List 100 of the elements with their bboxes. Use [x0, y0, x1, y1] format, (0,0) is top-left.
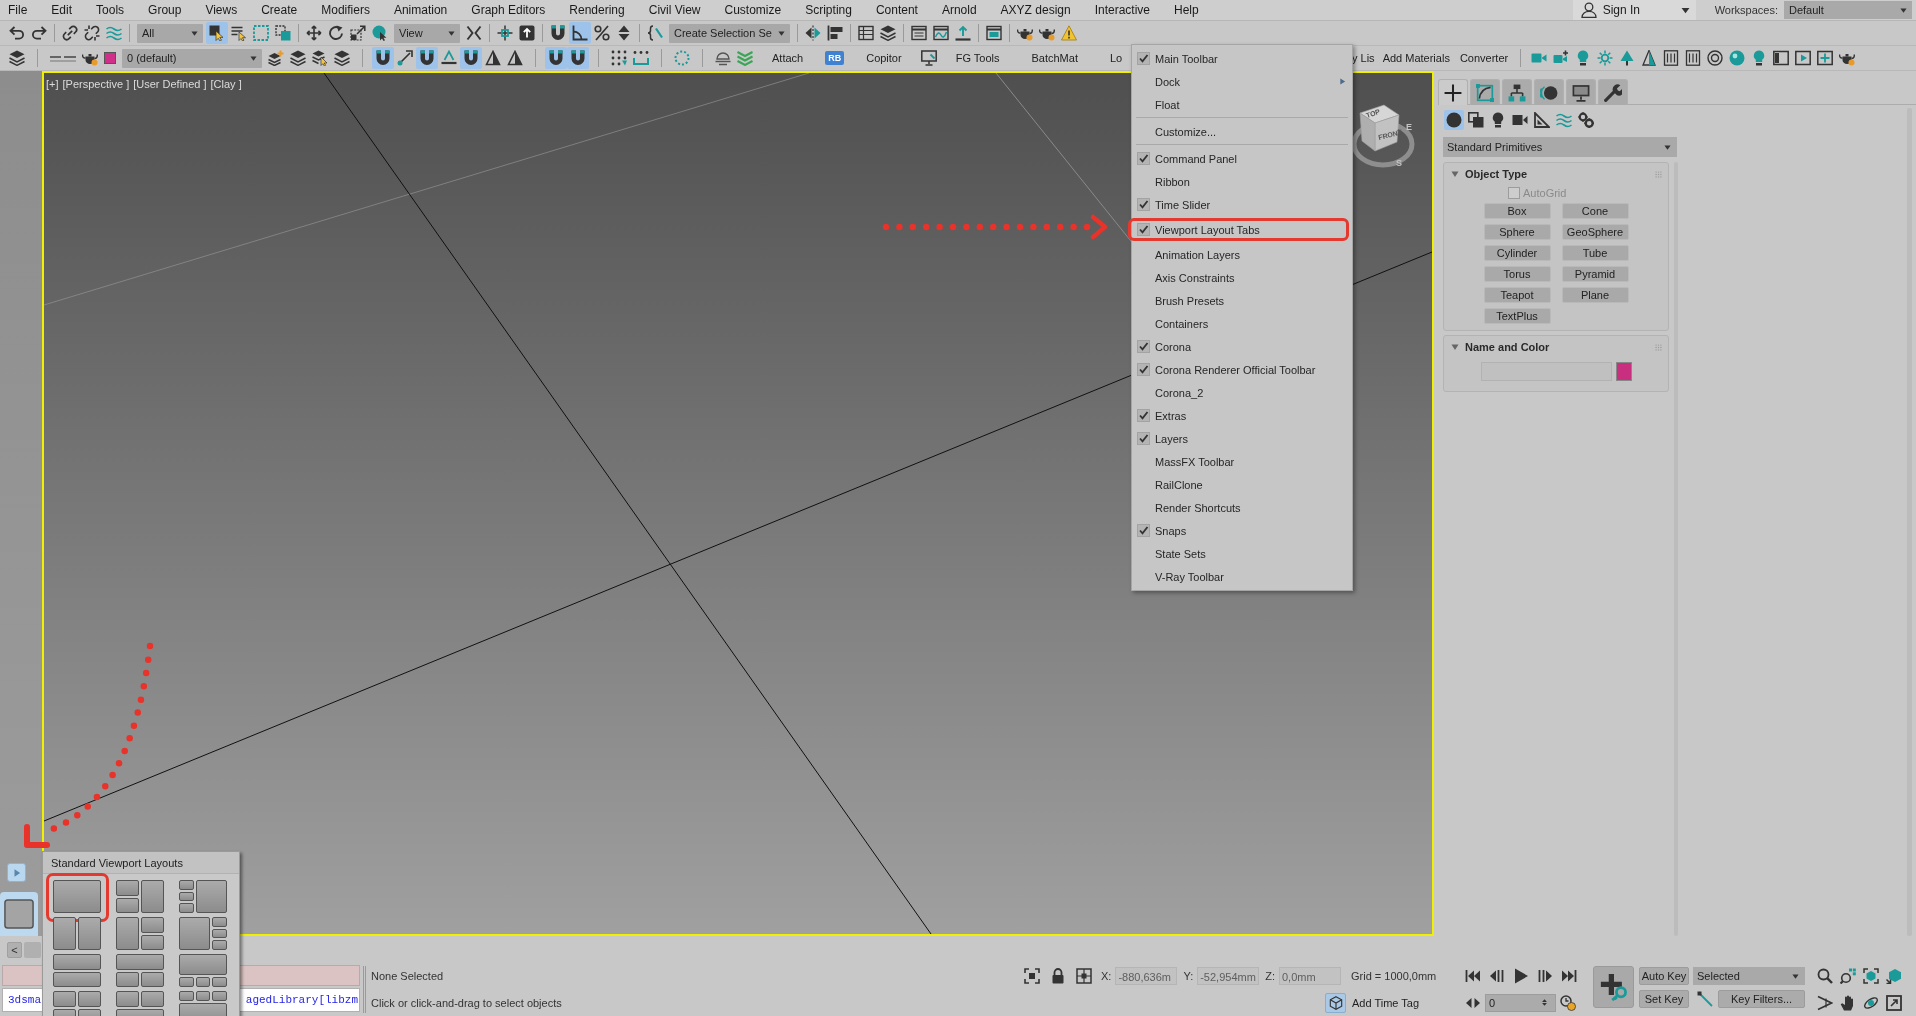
primitive-button[interactable]: Pyramid [1561, 266, 1629, 282]
previous-frame-button[interactable]: < [7, 941, 22, 958]
step-back-icon[interactable] [1489, 968, 1505, 984]
render-frame-icon[interactable] [985, 25, 1002, 41]
cursor-square-icon[interactable] [206, 22, 228, 44]
diagonal-line-icon[interactable] [1697, 991, 1713, 1007]
brace-icon[interactable] [647, 25, 663, 41]
dropdown[interactable]: All [137, 23, 203, 43]
primitive-button[interactable]: Cone [1561, 203, 1629, 219]
magnet-icon[interactable] [416, 47, 438, 69]
lock-icon[interactable] [1050, 968, 1066, 984]
dropdown[interactable]: View [394, 23, 460, 43]
ruler-triangle-icon[interactable] [1534, 112, 1550, 128]
slider-thumb[interactable] [24, 941, 41, 958]
caret-icon[interactable] [1451, 170, 1459, 178]
angle-icon[interactable] [569, 22, 591, 44]
toolbar-button[interactable]: FG Tools [939, 52, 1016, 64]
viewport-layout-icon[interactable] [179, 954, 227, 987]
maximize-icon[interactable] [1885, 994, 1902, 1011]
viewport-layout-icon[interactable] [116, 954, 164, 987]
menu-item[interactable]: Scripting [793, 3, 864, 17]
primitive-button[interactable]: TextPlus [1483, 308, 1551, 324]
tree-icon[interactable] [1619, 50, 1636, 66]
viewport-layout-icon[interactable] [116, 880, 164, 913]
menu-item[interactable]: Modifiers [309, 3, 382, 17]
dropdown[interactable]: Create Selection Se [669, 23, 790, 43]
time-tag-button[interactable] [1325, 992, 1346, 1013]
expand-button[interactable] [7, 863, 26, 882]
panel-tab[interactable] [1534, 79, 1564, 105]
target-window-icon[interactable] [1817, 50, 1834, 66]
viewport-layout-icon[interactable] [179, 917, 227, 950]
warning-icon[interactable] [1060, 25, 1077, 41]
set-key-button[interactable]: Set Key [1639, 990, 1689, 1008]
curve-window-icon[interactable] [932, 25, 949, 41]
toolbar-button[interactable]: Add Materials [1377, 52, 1455, 64]
primitive-button[interactable]: Cylinder [1483, 245, 1551, 261]
gears-icon[interactable] [1578, 112, 1594, 128]
triangle-icon[interactable] [485, 50, 501, 66]
menu-item[interactable]: Viewport Layout Tabs [1128, 218, 1349, 241]
viewport-layout-icon[interactable] [179, 991, 227, 1016]
layer-stack-icon[interactable] [290, 50, 306, 66]
viewport-label[interactable]: [Clay ] [210, 78, 242, 90]
menu-item[interactable]: Interactive [1082, 3, 1162, 17]
window-lines-icon[interactable] [910, 25, 927, 41]
dropdown[interactable]: 0 (default) [122, 48, 262, 68]
menu-item[interactable]: Animation Layers [1132, 243, 1352, 266]
table-icon[interactable] [857, 25, 874, 41]
menu-item[interactable]: Civil View [636, 3, 713, 17]
chain-link-icon[interactable] [62, 25, 78, 41]
grid-square-icon[interactable] [1076, 968, 1092, 984]
align-bars-icon[interactable] [826, 25, 843, 41]
framed-hexagon-icon[interactable] [1862, 968, 1879, 984]
auto-key-button[interactable]: Auto Key [1639, 967, 1689, 985]
focus-brackets-icon[interactable] [1024, 968, 1040, 984]
menu-item[interactable]: Tools [84, 3, 137, 17]
menu-item[interactable]: Brush Presets [1132, 289, 1352, 312]
window-icon[interactable] [1773, 50, 1790, 66]
shapes-icon[interactable] [1468, 112, 1484, 128]
step-forward-icon[interactable] [1537, 968, 1553, 984]
up-arrow-square-icon[interactable] [519, 25, 535, 41]
object-class-dropdown[interactable]: Standard Primitives [1443, 137, 1677, 157]
magnet-icon[interactable] [372, 47, 394, 69]
panel-tab[interactable] [1470, 79, 1500, 105]
viewport-label[interactable]: [Perspective ] [62, 78, 130, 90]
list-cursor-icon[interactable] [231, 25, 247, 41]
menu-item[interactable]: Content [863, 3, 930, 17]
triangle-icon[interactable] [507, 50, 523, 66]
menu-item[interactable]: MassFX Toolbar [1132, 450, 1352, 473]
panel-tab[interactable] [1438, 79, 1468, 105]
menu-item[interactable]: Axis Constraints [1132, 266, 1352, 289]
menu-item[interactable]: State Sets [1132, 542, 1352, 565]
menu-item[interactable]: Graph Editors [459, 3, 558, 17]
frame-icon[interactable] [1685, 50, 1702, 66]
workspace-dropdown[interactable]: Default [1784, 1, 1912, 19]
move-arrows-icon[interactable] [306, 25, 322, 41]
menu-item[interactable]: Float [1132, 93, 1352, 116]
orbit-icon[interactable] [1862, 994, 1879, 1011]
menu-item[interactable]: V-Ray Toolbar [1132, 565, 1352, 588]
menu-item[interactable]: Corona_2 [1132, 381, 1352, 404]
menu-item[interactable]: Containers [1132, 312, 1352, 335]
wedge-icon[interactable] [1816, 994, 1833, 1011]
toolbar-button[interactable]: Copitor [850, 52, 918, 64]
skip-back-icon[interactable] [1465, 968, 1481, 984]
layer-plus-icon[interactable] [268, 50, 284, 66]
viewport-layout-icon[interactable] [116, 991, 164, 1016]
compass-label[interactable]: E [1406, 122, 1412, 132]
broken-chain-icon[interactable] [84, 25, 100, 41]
magnifier-squares-icon[interactable] [1839, 968, 1856, 984]
menu-item[interactable]: Corona Renderer Official Toolbar [1132, 358, 1352, 381]
viewport-layout-icon[interactable] [116, 917, 164, 950]
layer-stack-icon[interactable] [879, 25, 896, 41]
toolbar-button[interactable]: Converter [1454, 52, 1514, 64]
layer-stack-icon[interactable] [334, 50, 350, 66]
viewport-label[interactable]: [User Defined ] [133, 78, 207, 90]
menu-item[interactable]: Customize... [1132, 120, 1352, 143]
monitor-icon[interactable] [920, 50, 937, 66]
magnet-icon[interactable] [550, 25, 566, 41]
menu-item[interactable]: Create [249, 3, 310, 17]
percent-icon[interactable] [594, 25, 610, 41]
menu-item[interactable]: Render Shortcuts [1132, 496, 1352, 519]
